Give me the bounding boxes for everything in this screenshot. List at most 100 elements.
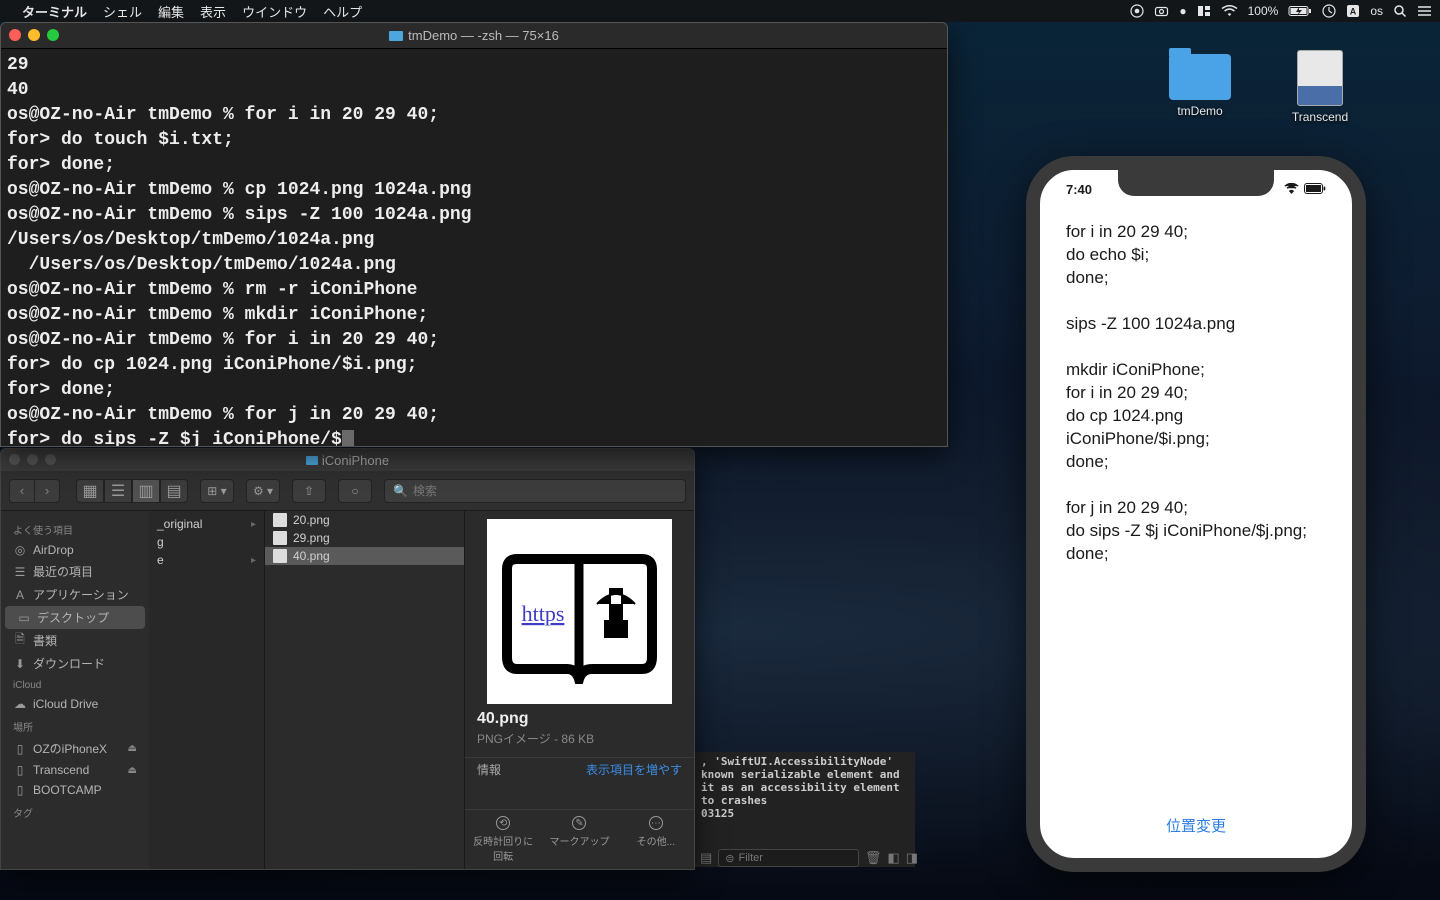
phone-time: 7:40 bbox=[1066, 182, 1092, 197]
cloud-icon: ☁ bbox=[13, 697, 27, 711]
finder-window: iConiPhone ‹ › ▦ ☰ ▥ ▤ ⊞ ▾ ⚙ ▾ ⇧ ○ 🔍 検索 … bbox=[0, 448, 695, 870]
menu-shell[interactable]: シェル bbox=[103, 2, 142, 21]
rotate-ccw-button[interactable]: ⟲反時計回りに 回転 bbox=[465, 810, 541, 869]
phone-bottom-button[interactable]: 位置変更 bbox=[1040, 815, 1352, 836]
desktop-drive-transcend[interactable]: Transcend bbox=[1280, 50, 1360, 124]
menu-view[interactable]: 表示 bbox=[200, 2, 226, 21]
desktop-folder-label: tmDemo bbox=[1160, 104, 1240, 118]
folder-icon bbox=[389, 31, 403, 41]
sidebar-head-icloud: iCloud bbox=[1, 675, 149, 694]
menu-app[interactable]: ターミナル bbox=[22, 2, 87, 21]
sidebar-item-documents[interactable]: 🗎書類 bbox=[1, 629, 149, 652]
folder-icon bbox=[306, 456, 318, 465]
sidebar-item-transcend[interactable]: ▯Transcend⏏ bbox=[1, 760, 149, 780]
close-button[interactable] bbox=[9, 454, 20, 465]
view-list-button[interactable]: ☰ bbox=[104, 479, 132, 503]
status-wifi-icon[interactable] bbox=[1221, 5, 1238, 17]
zoom-button[interactable] bbox=[47, 29, 59, 41]
status-user[interactable]: os bbox=[1370, 4, 1383, 18]
status-spotlight-icon[interactable] bbox=[1393, 4, 1407, 18]
filter-input[interactable]: ⊜Filter bbox=[718, 849, 859, 867]
preview-subtitle: PNGイメージ - 86 KB bbox=[465, 728, 694, 757]
recents-icon: ☰ bbox=[13, 565, 27, 579]
minimize-button[interactable] bbox=[27, 454, 38, 465]
console-filterbar: ▤ ⊜Filter 🗑 ◧ ◨ bbox=[700, 848, 918, 868]
action-button[interactable]: ⚙ ▾ bbox=[246, 479, 280, 503]
sidebar-item-bootcamp[interactable]: ▯BOOTCAMP bbox=[1, 780, 149, 800]
phone-icon: ▯ bbox=[13, 742, 27, 756]
panel-left-icon[interactable]: ◧ bbox=[887, 850, 899, 866]
folder-icon bbox=[1169, 54, 1231, 100]
search-placeholder: 検索 bbox=[413, 482, 437, 499]
file-row[interactable]: 20.png bbox=[265, 511, 464, 529]
filter-icon: ⊜ bbox=[725, 852, 734, 865]
show-more-link[interactable]: 表示項目を増やす bbox=[586, 761, 682, 778]
view-gallery-button[interactable]: ▤ bbox=[160, 479, 188, 503]
svg-text:A: A bbox=[1350, 7, 1357, 17]
sidebar-item-applications[interactable]: Аアプリケーション bbox=[1, 583, 149, 606]
phone-statusbar: 7:40 bbox=[1066, 182, 1326, 197]
status-notifications-icon[interactable] bbox=[1417, 5, 1432, 17]
status-battery-icon bbox=[1288, 5, 1312, 17]
close-button[interactable] bbox=[9, 29, 21, 41]
sidebar-item-recents[interactable]: ☰最近の項目 bbox=[1, 560, 149, 583]
documents-icon: 🗎 bbox=[13, 634, 27, 648]
png-icon bbox=[273, 513, 287, 527]
eject-icon[interactable]: ⏏ bbox=[128, 743, 137, 754]
terminal-window: tmDemo — -zsh — 75×16 29 40 os@OZ-no-Air… bbox=[0, 22, 948, 447]
finder-titlebar[interactable]: iConiPhone bbox=[1, 449, 694, 471]
sidebar-item-desktop[interactable]: ▭デスクトップ bbox=[5, 606, 145, 629]
view-icon-button[interactable]: ▦ bbox=[76, 479, 104, 503]
sidebar-item-airdrop[interactable]: ◎AirDrop bbox=[1, 540, 149, 560]
arrange-button[interactable]: ⊞ ▾ bbox=[200, 479, 234, 503]
menubar: ターミナル シェル 編集 表示 ウインドウ ヘルプ ● 100% A os bbox=[0, 0, 1440, 22]
menu-window[interactable]: ウインドウ bbox=[242, 2, 307, 21]
more-button[interactable]: ⋯その他... bbox=[618, 810, 694, 869]
sidebar-item-iclouddrive[interactable]: ☁iCloud Drive bbox=[1, 694, 149, 714]
zoom-button[interactable] bbox=[45, 454, 56, 465]
desktop-folder-tmdemo[interactable]: tmDemo bbox=[1160, 54, 1240, 118]
status-window-icon[interactable] bbox=[1197, 5, 1211, 17]
png-icon bbox=[273, 531, 287, 545]
sidebar-item-iphone[interactable]: ▯OZのiPhoneX⏏ bbox=[1, 737, 149, 760]
finder-search[interactable]: 🔍 検索 bbox=[384, 479, 686, 503]
sidebar-head-locations: 場所 bbox=[1, 714, 149, 737]
panel-right-icon[interactable]: ◨ bbox=[906, 850, 918, 866]
preview-filename: 40.png bbox=[465, 710, 694, 728]
minimize-button[interactable] bbox=[28, 29, 40, 41]
markup-button[interactable]: ✎マークアップ bbox=[541, 810, 617, 869]
sidebar-item-downloads[interactable]: ⬇ダウンロード bbox=[1, 652, 149, 675]
status-record-icon[interactable] bbox=[1130, 4, 1144, 18]
status-camera-icon[interactable] bbox=[1154, 4, 1169, 18]
terminal-titlebar[interactable]: tmDemo — -zsh — 75×16 bbox=[1, 23, 947, 49]
preview-image: https bbox=[487, 519, 672, 704]
panel-icon[interactable]: ▤ bbox=[700, 850, 712, 866]
info-label: 情報 bbox=[477, 761, 501, 778]
preview-actions: ⟲反時計回りに 回転 ✎マークアップ ⋯その他... bbox=[465, 809, 694, 869]
menu-edit[interactable]: 編集 bbox=[158, 2, 184, 21]
column-item[interactable]: _original▸ bbox=[149, 515, 264, 533]
desktop-drive-label: Transcend bbox=[1280, 110, 1360, 124]
status-clock-icon[interactable] bbox=[1322, 4, 1336, 18]
eject-icon[interactable]: ⏏ bbox=[128, 765, 137, 776]
forward-button[interactable]: › bbox=[34, 479, 60, 503]
png-icon bbox=[273, 549, 287, 563]
status-input-icon[interactable]: A bbox=[1346, 4, 1360, 18]
terminal-body[interactable]: 29 40 os@OZ-no-Air tmDemo % for i in 20 … bbox=[1, 49, 947, 447]
back-button[interactable]: ‹ bbox=[9, 479, 35, 503]
column-item[interactable]: e▸ bbox=[149, 551, 264, 569]
tag-button[interactable]: ○ bbox=[338, 479, 372, 503]
finder-column-1: _original▸ g e▸ bbox=[149, 511, 265, 869]
book-text: https bbox=[522, 601, 565, 626]
file-row[interactable]: 40.png bbox=[265, 547, 464, 565]
status-dot-icon[interactable]: ● bbox=[1179, 4, 1186, 18]
trash-icon[interactable]: 🗑 bbox=[865, 850, 882, 866]
phone-content[interactable]: for i in 20 29 40; do echo $i; done; sip… bbox=[1066, 220, 1326, 810]
column-item[interactable]: g bbox=[149, 533, 264, 551]
view-column-button[interactable]: ▥ bbox=[132, 479, 160, 503]
file-row[interactable]: 29.png bbox=[265, 529, 464, 547]
finder-preview: https 40.png PNGイメージ - 86 KB 情報表示項目を増やす … bbox=[465, 511, 694, 869]
search-icon: 🔍 bbox=[393, 484, 408, 498]
menu-help[interactable]: ヘルプ bbox=[323, 2, 362, 21]
share-button[interactable]: ⇧ bbox=[292, 479, 326, 503]
